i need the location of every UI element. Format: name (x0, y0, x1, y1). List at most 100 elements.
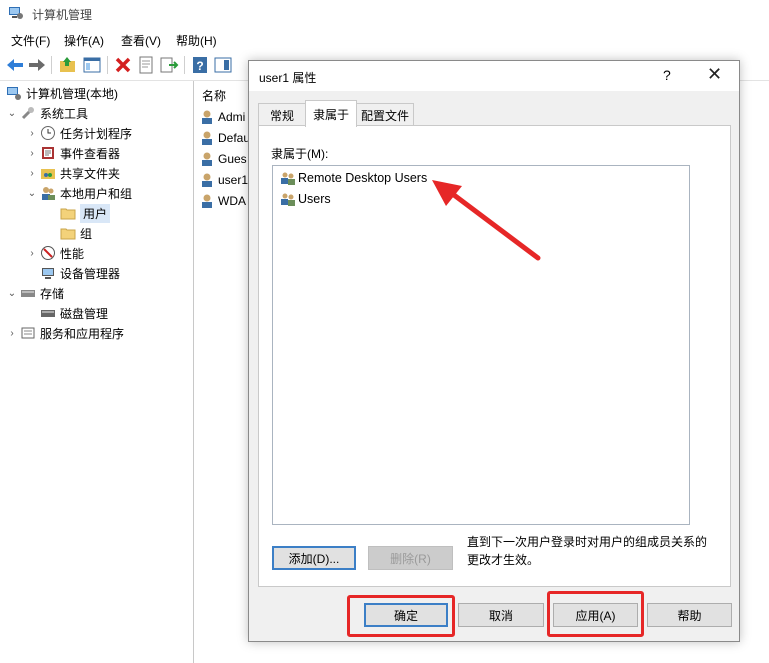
tree-item-storage[interactable]: ⌄ 存储 (6, 283, 64, 303)
tab-general[interactable]: 常规 (258, 103, 306, 126)
chevron-down-icon[interactable]: ⌄ (6, 288, 18, 299)
ok-highlight-box (347, 595, 455, 637)
chevron-right-icon[interactable]: › (26, 248, 38, 259)
user-icon (202, 173, 212, 187)
device-manager-icon (42, 268, 54, 279)
button-label: 取消 (488, 608, 513, 623)
forward-icon[interactable] (26, 54, 48, 76)
user-icon (202, 110, 212, 124)
chevron-down-icon[interactable]: ⌄ (6, 108, 18, 119)
tree-item-performance[interactable]: › 性能 (26, 243, 84, 263)
tree-item-label: 共享文件夹 (60, 166, 121, 181)
action-pane-icon[interactable] (212, 54, 234, 76)
tree-item-groups[interactable]: 组 (58, 223, 92, 243)
tree-item-root[interactable]: 计算机管理(本地) (4, 83, 118, 103)
folder-icon (60, 228, 76, 240)
svg-text:?: ? (196, 59, 203, 73)
group-icon (281, 172, 295, 185)
menu-view[interactable]: 查看(V) (121, 32, 161, 49)
list-item[interactable]: user1 (199, 170, 248, 190)
tree-item-local-users[interactable]: ⌄ 本地用户和组 (26, 183, 132, 203)
tree-item-label: 服务和应用程序 (40, 326, 125, 341)
help-icon[interactable]: ? (663, 67, 671, 83)
tree-item-label: 磁盘管理 (60, 306, 109, 321)
up-folder-icon[interactable] (57, 54, 79, 76)
dialog-title: user1 属性 (259, 71, 317, 85)
tree-item-device-manager[interactable]: 设备管理器 (38, 263, 120, 283)
chevron-right-icon[interactable]: › (26, 148, 38, 159)
tree-item-label: 存储 (40, 286, 65, 301)
tab-label: 常规 (269, 108, 294, 123)
list-item-label: user1 (218, 173, 249, 187)
dialog-titlebar: user1 属性 ? ✕ (249, 61, 739, 91)
menu-file[interactable]: 文件(F) (11, 32, 50, 49)
list-item[interactable]: Admi (199, 107, 245, 127)
remove-button[interactable]: 删除(R) (368, 546, 453, 570)
list-item-label: Admi (218, 110, 246, 124)
tab-profile[interactable]: 配置文件 (356, 103, 414, 126)
tree-item-label: 系统工具 (40, 106, 89, 121)
chevron-right-icon[interactable]: › (6, 328, 18, 339)
membership-note: 直到下一次用户登录时对用户的组成员关系的更改才生效。 (467, 535, 708, 567)
tree-item-services[interactable]: › 服务和应用程序 (6, 323, 124, 343)
list-item-label: Gues (218, 152, 247, 166)
cancel-button[interactable]: 取消 (458, 603, 544, 627)
toolbar-separator (51, 56, 52, 74)
toolbar-separator (184, 56, 185, 74)
tree-item-shared-folders[interactable]: › 共享文件夹 (26, 163, 120, 183)
group-icon (281, 193, 295, 206)
tree-item-label: 计算机管理(本地) (26, 86, 118, 101)
red-arrow-annotation (432, 180, 541, 261)
list-item[interactable]: Users (280, 190, 331, 208)
user-icon (202, 131, 212, 145)
tree-item-system-tools[interactable]: ⌄ 系统工具 (6, 103, 88, 123)
properties-icon[interactable] (135, 54, 157, 76)
storage-icon (21, 290, 35, 297)
menu-help[interactable]: 帮助(H) (176, 32, 217, 49)
column-header-name[interactable]: 名称 (202, 87, 226, 104)
help-icon[interactable]: ? (189, 54, 211, 76)
event-viewer-icon (42, 147, 54, 159)
performance-icon (41, 246, 55, 260)
list-item[interactable]: Remote Desktop Users (280, 169, 427, 187)
button-label: 删除(R) (390, 551, 431, 566)
tree-item-label: 本地用户和组 (60, 186, 133, 201)
computer-management-icon (7, 87, 21, 100)
user-properties-dialog: user1 属性 ? ✕ 常规 隶属于 配置文件 隶属于(M): Remote … (248, 60, 740, 642)
tools-icon (21, 107, 34, 120)
show-tree-icon[interactable] (81, 54, 103, 76)
chevron-down-icon[interactable]: ⌄ (26, 188, 38, 199)
tree-item-label: 性能 (60, 246, 85, 261)
computer-management-icon (9, 7, 23, 19)
add-button[interactable]: 添加(D)... (272, 546, 356, 570)
button-label: 添加(D)... (288, 551, 340, 566)
list-item-label: Defau (218, 131, 251, 145)
export-icon[interactable] (158, 54, 180, 76)
list-item[interactable]: WDA (199, 191, 246, 211)
window-titlebar: 计算机管理 (0, 0, 769, 28)
shared-folder-icon (41, 169, 55, 179)
disk-icon (41, 310, 55, 317)
tree-item-disk-management[interactable]: 磁盘管理 (38, 303, 108, 323)
chevron-right-icon[interactable]: › (26, 168, 38, 179)
console-tree: 计算机管理(本地) ⌄ 系统工具 › 任务计划程序 › 事件查看器 › 共享文件… (0, 81, 194, 663)
tree-item-users[interactable]: 用户 (58, 203, 111, 223)
delete-icon[interactable] (112, 54, 134, 76)
close-icon[interactable]: ✕ (707, 64, 722, 85)
back-icon[interactable] (4, 54, 26, 76)
chevron-right-icon[interactable]: › (26, 128, 38, 139)
user-icon (202, 152, 212, 166)
tree-item-label: 用户 (80, 203, 111, 223)
tab-member-of[interactable]: 隶属于 (305, 100, 357, 127)
list-item[interactable]: Defau (199, 128, 250, 148)
tab-label: 配置文件 (360, 108, 409, 123)
tree-item-event-viewer[interactable]: › 事件查看器 (26, 143, 120, 163)
services-icon (21, 327, 35, 339)
list-item[interactable]: Gues (199, 149, 247, 169)
menu-action[interactable]: 操作(A) (64, 32, 104, 49)
tree-item-label: 事件查看器 (60, 146, 121, 161)
toolbar-separator (107, 56, 108, 74)
help-button[interactable]: 帮助 (647, 603, 732, 627)
tab-label: 隶属于 (312, 107, 349, 122)
tree-item-task-scheduler[interactable]: › 任务计划程序 (26, 123, 132, 143)
